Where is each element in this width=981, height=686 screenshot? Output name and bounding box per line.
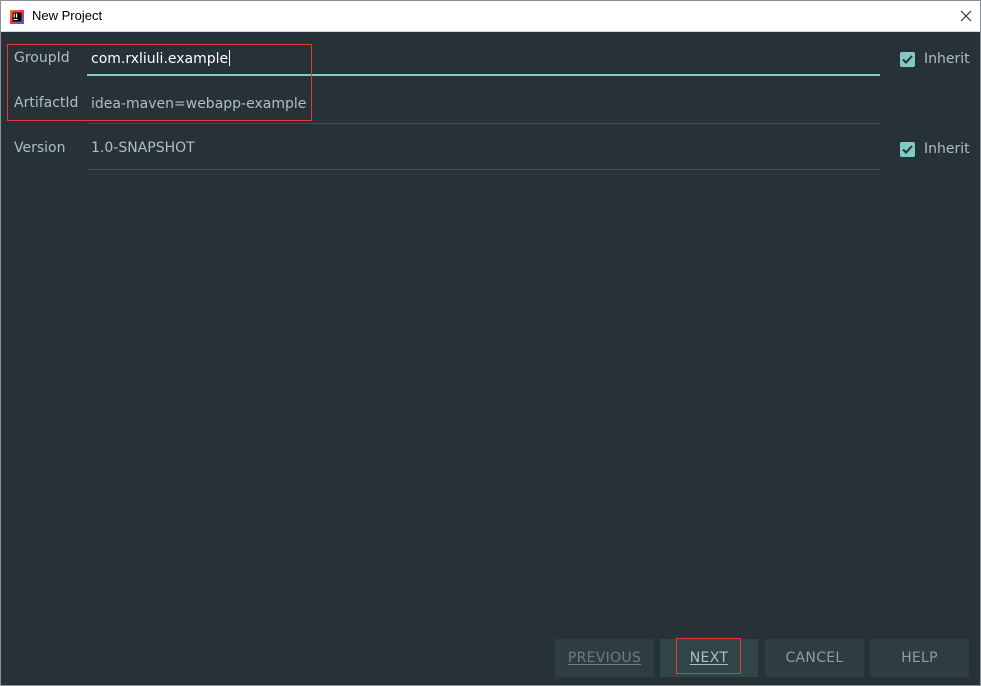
checkbox-checked-icon [900, 51, 915, 67]
version-label: Version [14, 140, 66, 156]
help-button[interactable]: HELP [870, 639, 969, 677]
cancel-button-label: CANCEL [785, 650, 844, 666]
dialog-content: GroupId com.rxliuli.example Inherit Arti… [1, 32, 980, 685]
artifact-id-value: idea-maven=webapp-example [91, 96, 307, 112]
artifact-id-field[interactable]: idea-maven=webapp-example [87, 92, 880, 124]
version-inherit-checkbox[interactable]: Inherit [900, 140, 970, 158]
new-project-dialog: New Project GroupId com.rxliuli.example … [0, 0, 981, 686]
next-button-label: NEXT [689, 650, 729, 666]
group-id-inherit-checkbox[interactable]: Inherit [900, 50, 970, 68]
close-icon [960, 7, 972, 26]
text-caret [229, 50, 231, 66]
checkbox-checked-icon [900, 141, 915, 157]
version-value: 1.0-SNAPSHOT [91, 140, 195, 156]
cancel-button[interactable]: CANCEL [765, 639, 864, 677]
artifact-id-label: ArtifactId [14, 95, 79, 111]
inherit-label: Inherit [924, 51, 970, 67]
next-button[interactable]: NEXT [660, 639, 758, 677]
group-id-field[interactable]: com.rxliuli.example [87, 44, 880, 76]
inherit-label: Inherit [924, 141, 970, 157]
intellij-idea-icon [10, 9, 24, 24]
window-title: New Project [32, 8, 103, 23]
help-button-label: HELP [901, 650, 938, 666]
previous-button[interactable]: PREVIOUS [555, 639, 654, 677]
group-id-label: GroupId [14, 50, 70, 66]
previous-button-label: PREVIOUS [567, 650, 642, 666]
close-button[interactable] [952, 1, 980, 31]
version-field[interactable]: 1.0-SNAPSHOT [87, 138, 880, 170]
group-id-value: com.rxliuli.example [91, 51, 229, 67]
title-bar: New Project [1, 1, 980, 32]
